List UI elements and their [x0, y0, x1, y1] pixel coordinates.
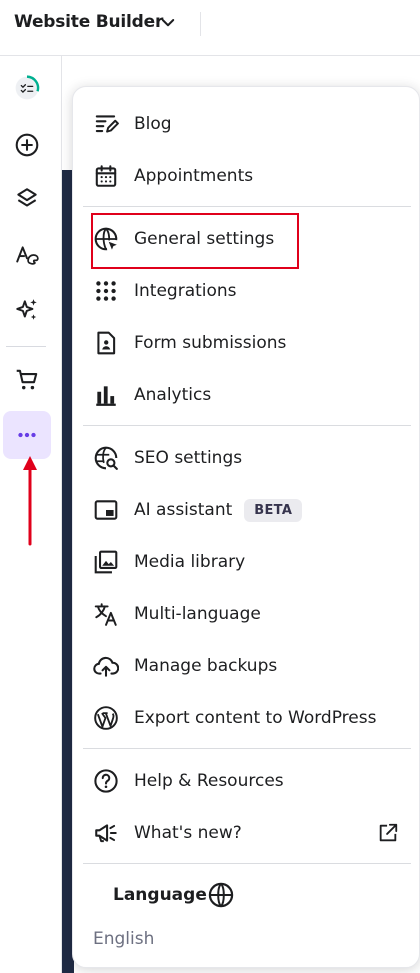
menu-item-analytics[interactable]: Analytics: [93, 375, 211, 415]
form-document-icon: [93, 330, 119, 356]
menu-item-label: Manage backups: [134, 656, 278, 676]
menu-divider: [83, 206, 411, 207]
menu-item-label: Blog: [134, 114, 172, 134]
more-dots-icon: [18, 432, 36, 438]
annotation-highlight-box: [91, 213, 299, 269]
translate-icon: [93, 601, 119, 627]
globe-icon[interactable]: [207, 881, 235, 909]
cloud-backup-icon: [93, 653, 119, 679]
beta-badge: BETA: [244, 498, 303, 522]
checklist-progress-icon: [15, 75, 40, 100]
image-library-icon: [93, 549, 119, 575]
help-circle-icon: [93, 768, 119, 794]
layers-icon: [17, 188, 37, 207]
menu-item-label: Help & Resources: [134, 771, 284, 791]
chevron-down-icon[interactable]: [159, 14, 177, 32]
menu-item-seo-settings[interactable]: SEO settings: [93, 438, 242, 478]
menu-item-blog[interactable]: Blog: [93, 104, 172, 144]
menu-item-export-wordpress[interactable]: Export content to WordPress: [93, 698, 376, 738]
menu-item-label: Media library: [134, 552, 246, 572]
menu-item-multi-language[interactable]: Multi-language: [93, 594, 261, 634]
menu-item-form-submissions[interactable]: Form submissions: [93, 323, 286, 363]
menu-item-media-library[interactable]: Media library: [93, 542, 245, 582]
menu-item-label: Integrations: [134, 281, 237, 301]
blog-edit-icon: [93, 111, 119, 137]
styles-button[interactable]: [3, 231, 51, 279]
sparkles-icon: [16, 299, 37, 320]
add-element-button[interactable]: [3, 121, 51, 169]
menu-item-label: What's new?: [134, 823, 242, 843]
ai-window-icon: [93, 497, 119, 523]
more-menu-panel: Blog Appointments General settings Integ…: [72, 86, 420, 968]
shopping-cart-icon: [16, 369, 38, 390]
menu-item-label: Export content to WordPress: [134, 708, 377, 728]
menu-item-label: Appointments: [134, 166, 254, 186]
layers-button[interactable]: [3, 175, 51, 223]
menu-item-label: AI assistant: [134, 500, 233, 520]
menu-item-label: Analytics: [134, 385, 212, 405]
menu-item-label: SEO settings: [134, 448, 243, 468]
menu-item-manage-backups[interactable]: Manage backups: [93, 646, 277, 686]
plus-circle-icon: [15, 133, 39, 157]
wordpress-icon: [93, 705, 119, 731]
top-bar: Website Builder: [0, 0, 420, 56]
megaphone-icon: [93, 820, 119, 846]
ai-tools-button[interactable]: [3, 286, 51, 334]
bar-chart-icon: [93, 382, 119, 408]
text-palette-icon: [16, 246, 39, 265]
progress-checklist-button[interactable]: [3, 64, 51, 112]
menu-item-label: Multi-language: [134, 604, 261, 624]
calendar-icon: [93, 163, 119, 189]
external-link-icon[interactable]: [377, 822, 399, 844]
menu-divider: [83, 748, 411, 749]
seo-globe-search-icon: [93, 445, 119, 471]
menu-item-ai-assistant[interactable]: AI assistant BETA: [93, 490, 303, 530]
grid-dots-icon: [93, 278, 119, 304]
menu-divider: [83, 425, 411, 426]
menu-divider: [83, 863, 411, 864]
menu-item-whats-new[interactable]: What's new?: [93, 813, 242, 853]
language-selector[interactable]: English: [93, 929, 154, 949]
menu-item-appointments[interactable]: Appointments: [93, 156, 253, 196]
rail-divider: [6, 346, 46, 347]
topbar-divider: [200, 12, 201, 36]
store-button[interactable]: [3, 356, 51, 404]
menu-item-label: Form submissions: [134, 333, 287, 353]
annotation-arrow-icon: [23, 456, 37, 546]
language-heading: Language: [113, 885, 207, 905]
menu-item-integrations[interactable]: Integrations: [93, 271, 237, 311]
menu-item-help-resources[interactable]: Help & Resources: [93, 761, 284, 801]
app-title[interactable]: Website Builder: [14, 12, 163, 32]
